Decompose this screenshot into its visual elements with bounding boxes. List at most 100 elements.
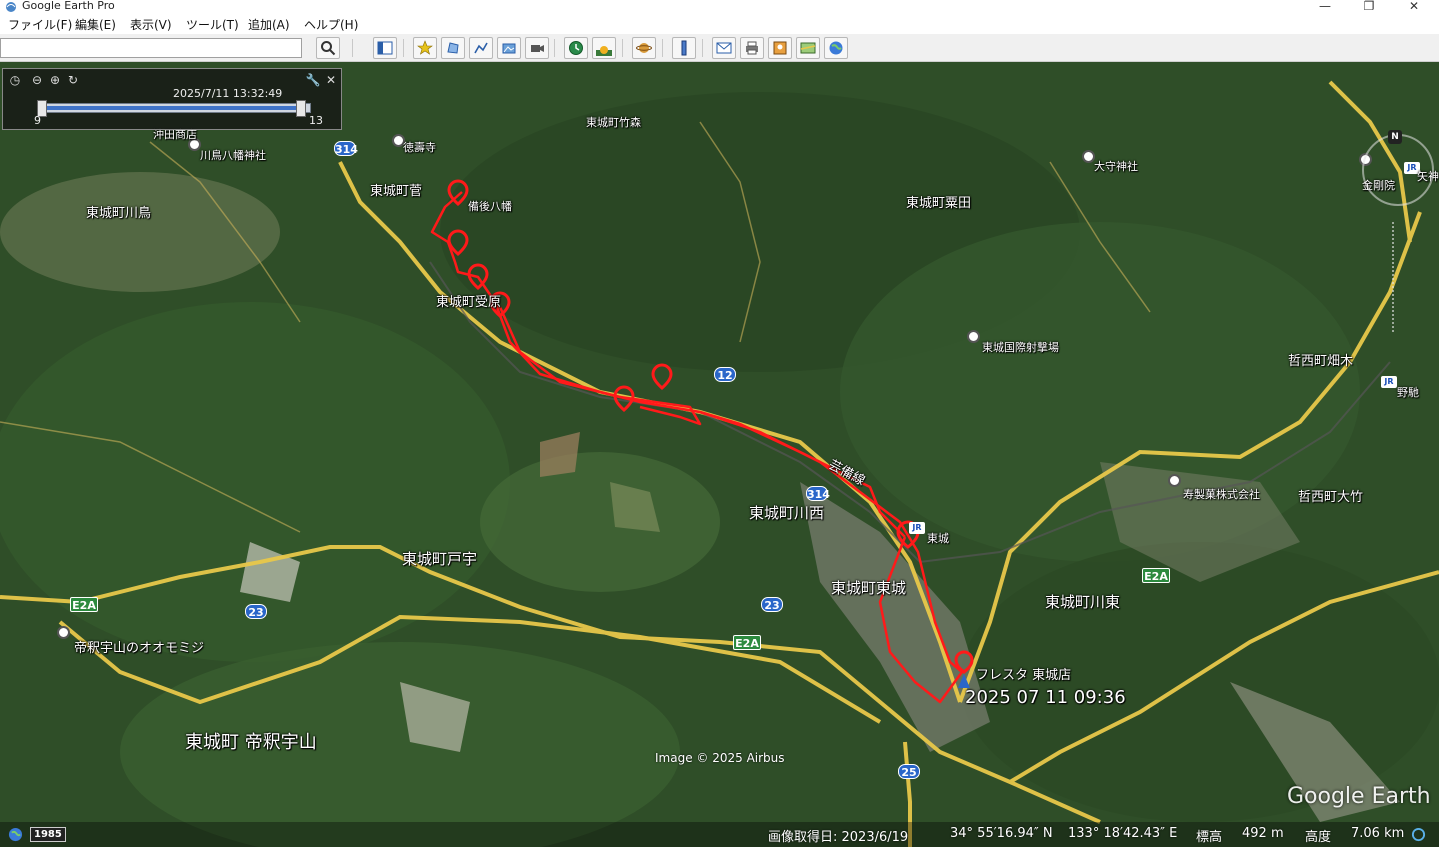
- place-label: 帝釈宇山のオオモミジ: [74, 641, 205, 656]
- place-label: 東城町竹森: [586, 116, 641, 129]
- time-slider-fill: [40, 106, 302, 110]
- record-tour-button[interactable]: [525, 37, 549, 59]
- wrench-settings-icon[interactable]: 🔧: [305, 72, 321, 88]
- minimize-button[interactable]: —: [1302, 0, 1348, 14]
- globe-icon: [829, 41, 843, 55]
- email-icon: [716, 42, 732, 54]
- clock-icon: [569, 41, 583, 55]
- place-label: 寿製菓株式会社: [1183, 488, 1260, 501]
- shooting-range-poi-icon[interactable]: [967, 330, 980, 343]
- place-label: 川鳥八幡神社: [200, 149, 266, 162]
- menu-bar: ファイル(F) 編集(E) 表示(V) ツール(T) 追加(A) ヘルプ(H): [0, 14, 1439, 34]
- print-icon: [746, 41, 758, 55]
- polygon-icon: [447, 42, 459, 54]
- google-earth-app-icon: [6, 2, 16, 12]
- route-shield: 314: [806, 486, 830, 501]
- print-button[interactable]: [740, 37, 764, 59]
- place-label: 東城町 帝釈宇山: [185, 732, 317, 753]
- path-icon: [474, 42, 488, 54]
- sun-icon: [596, 46, 612, 56]
- toolbar-separator: [554, 39, 555, 57]
- search-input[interactable]: [0, 38, 302, 58]
- time-slider-track[interactable]: [37, 100, 311, 117]
- menu-tools[interactable]: ツール(T): [186, 16, 239, 33]
- altitude-value: 7.06 km: [1351, 826, 1405, 841]
- route-shield: 314: [334, 141, 358, 156]
- globe-icon[interactable]: [8, 827, 23, 842]
- ruler-button[interactable]: [672, 37, 696, 59]
- map-viewport[interactable]: JR JR JR 東城町竹森 徳壽寺 川鳥八幡神社 沖田商店 東城町菅 備後八幡…: [0, 62, 1439, 847]
- elevation-value: 492 m: [1242, 826, 1284, 841]
- window-bottom-edge: [0, 847, 1439, 851]
- latitude-readout: 34° 55′16.94″ N: [950, 826, 1053, 841]
- place-label: 東城町菅: [370, 184, 423, 199]
- time-slider-max-label: 13: [309, 114, 323, 127]
- menu-view[interactable]: 表示(V): [130, 16, 172, 33]
- place-label: 東城町戸宇: [402, 550, 478, 568]
- route-shield: 23: [761, 597, 783, 612]
- store-label: フレスタ 東城店: [976, 668, 1072, 683]
- add-path-button[interactable]: [469, 37, 493, 59]
- menu-help[interactable]: ヘルプ(H): [304, 16, 358, 33]
- window-title: Google Earth Pro: [22, 0, 115, 12]
- toolbar-separator: [622, 39, 623, 57]
- close-button[interactable]: ✕: [1391, 0, 1437, 14]
- map-icon: [800, 42, 816, 54]
- toolbar-separator: [702, 39, 703, 57]
- search-icon: [321, 41, 336, 56]
- time-slider-min-label: 9: [34, 114, 41, 127]
- status-bar: 1985 画像取得日: 2023/6/19 34° 55′16.94″ N 13…: [0, 822, 1439, 847]
- jr-station-icon[interactable]: JR: [1381, 376, 1397, 388]
- add-image-overlay-button[interactable]: [497, 37, 521, 59]
- place-label: 東城町川東: [1045, 593, 1121, 611]
- imagery-attribution: Image © 2025 Airbus: [655, 751, 785, 765]
- time-slider-date: 2025/7/11 13:32:49: [173, 87, 283, 100]
- sunlight-button[interactable]: [592, 37, 616, 59]
- placemark-icon: [417, 40, 433, 55]
- maximize-button[interactable]: ❐: [1346, 0, 1392, 14]
- imagery-year-badge[interactable]: 1985: [30, 827, 66, 842]
- menu-file[interactable]: ファイル(F): [8, 16, 72, 33]
- jr-station-icon[interactable]: JR: [909, 522, 925, 534]
- station-label: 東城: [927, 532, 949, 545]
- place-label: 東城町川鳥: [86, 206, 152, 221]
- streaming-status-icon: [1411, 827, 1426, 842]
- email-button[interactable]: [712, 37, 736, 59]
- zoom-slider[interactable]: [1392, 222, 1404, 332]
- place-label: 徳壽寺: [403, 141, 436, 154]
- menu-add[interactable]: 追加(A): [248, 16, 290, 33]
- elevation-label: 標高: [1196, 830, 1223, 845]
- place-label: 備後八幡: [468, 200, 512, 213]
- historical-imagery-button[interactable]: [564, 37, 588, 59]
- add-placemark-button[interactable]: [413, 37, 437, 59]
- clock-icon[interactable]: ◷: [7, 72, 23, 88]
- factory-poi-icon[interactable]: [1168, 474, 1181, 487]
- time-slider-end-handle[interactable]: [296, 100, 306, 117]
- search-button[interactable]: [316, 37, 340, 59]
- altitude-label: 高度: [1305, 830, 1332, 845]
- sidebar-icon: [377, 41, 393, 55]
- refresh-time-icon[interactable]: ↻: [65, 72, 81, 88]
- route-shield: 23: [245, 604, 267, 619]
- save-image-icon: [773, 41, 787, 55]
- place-label: 東城町川西: [749, 504, 825, 522]
- route-shield: E2A: [733, 635, 761, 650]
- menu-edit[interactable]: 編集(E): [75, 16, 116, 33]
- place-label: 野馳: [1397, 386, 1419, 399]
- switch-planet-button[interactable]: [632, 37, 656, 59]
- image-overlay-icon: [502, 43, 516, 54]
- zoom-in-time-icon[interactable]: ⊕: [47, 72, 63, 88]
- navigation-compass-ring[interactable]: [1362, 134, 1434, 206]
- save-image-button[interactable]: [768, 37, 792, 59]
- close-slider-icon[interactable]: ✕: [323, 72, 339, 88]
- sidebar-toggle-button[interactable]: [373, 37, 397, 59]
- title-bar: Google Earth Pro — ❐ ✕: [0, 0, 1439, 14]
- view-in-maps-button[interactable]: [796, 37, 820, 59]
- place-label: 東城国際射撃場: [982, 341, 1059, 354]
- add-polygon-button[interactable]: [441, 37, 465, 59]
- earth-gallery-button[interactable]: [824, 37, 848, 59]
- compass-north-button[interactable]: N: [1388, 130, 1402, 144]
- google-earth-logo: Google Earth: [1287, 784, 1431, 809]
- landmark-tree-poi-icon[interactable]: [57, 626, 70, 639]
- zoom-out-time-icon[interactable]: ⊖: [29, 72, 45, 88]
